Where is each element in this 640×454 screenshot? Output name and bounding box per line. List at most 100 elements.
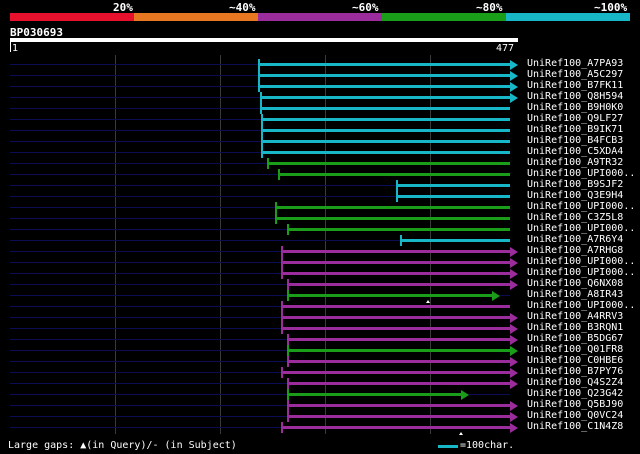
query-gap-marker-icon bbox=[426, 300, 431, 303]
hit-label[interactable]: UniRef100_B4FCB3 bbox=[527, 135, 623, 146]
hit-label[interactable]: UniRef100_A4RRV3 bbox=[527, 311, 623, 322]
hit-bar[interactable] bbox=[281, 305, 510, 308]
hit-bar[interactable] bbox=[287, 415, 510, 418]
hit-bar[interactable] bbox=[287, 349, 510, 352]
hit-label[interactable]: UniRef100_Q4S2Z4 bbox=[527, 377, 623, 388]
hit-bar[interactable] bbox=[261, 129, 510, 132]
hit-start-tick bbox=[287, 411, 290, 422]
hit-label[interactable]: UniRef100_Q9LF27 bbox=[527, 113, 623, 124]
hit-label[interactable]: UniRef100_UPI000.. bbox=[527, 267, 635, 278]
hit-bar[interactable] bbox=[395, 195, 510, 198]
hit-label[interactable]: UniRef100_UPI000.. bbox=[527, 256, 635, 267]
hit-bar[interactable] bbox=[261, 118, 510, 121]
hit-arrow-icon bbox=[492, 291, 501, 301]
hit-start-tick bbox=[281, 268, 283, 279]
hit-label[interactable]: UniRef100_B9IK71 bbox=[527, 124, 623, 135]
hit-bar[interactable] bbox=[287, 338, 510, 341]
hit-bar[interactable] bbox=[274, 206, 510, 209]
hit-label[interactable]: UniRef100_UPI000.. bbox=[527, 223, 635, 234]
hit-bar[interactable] bbox=[281, 371, 510, 374]
hit-label[interactable]: UniRef100_Q23G42 bbox=[527, 388, 623, 399]
hit-arrow-icon bbox=[510, 313, 518, 323]
query-ruler bbox=[10, 38, 518, 42]
hit-arrow-icon bbox=[510, 401, 518, 411]
hit-start-tick bbox=[257, 59, 260, 70]
hit-bar[interactable] bbox=[277, 173, 510, 176]
hit-label[interactable]: UniRef100_A7PA93 bbox=[527, 58, 623, 69]
ruler-start-label: 1 bbox=[12, 43, 19, 54]
hit-label[interactable]: UniRef100_Q01FR8 bbox=[527, 344, 623, 355]
hit-bar[interactable] bbox=[287, 228, 510, 231]
hit-bar[interactable] bbox=[287, 393, 461, 396]
hit-bar[interactable] bbox=[257, 74, 510, 77]
gap-legend: Large gaps: ▲(in Query)/- (in Subject) bbox=[8, 440, 237, 451]
hit-start-tick bbox=[395, 191, 398, 202]
hit-label[interactable]: UniRef100_B9SJF2 bbox=[527, 179, 623, 190]
hit-start-tick bbox=[287, 345, 290, 356]
hit-bar[interactable] bbox=[281, 316, 510, 319]
hit-label[interactable]: UniRef100_Q3E9H4 bbox=[527, 190, 623, 201]
hit-bar[interactable] bbox=[261, 151, 510, 154]
hit-start-tick bbox=[261, 147, 264, 158]
hit-bar[interactable] bbox=[281, 426, 510, 429]
hit-arrow-icon bbox=[510, 379, 518, 389]
hit-label[interactable]: UniRef100_Q8H594 bbox=[527, 91, 623, 102]
hit-label[interactable]: UniRef100_Q5BJ90 bbox=[527, 399, 623, 410]
hit-label[interactable]: UniRef100_UPI000.. bbox=[527, 201, 635, 212]
hit-bar[interactable] bbox=[260, 107, 510, 110]
hit-bar[interactable] bbox=[257, 85, 510, 88]
hit-start-tick bbox=[281, 257, 283, 268]
hit-arrow-icon bbox=[510, 71, 518, 81]
legend-color-segment bbox=[258, 13, 382, 21]
hit-arrow-icon bbox=[510, 269, 518, 279]
hit-bar[interactable] bbox=[281, 272, 510, 275]
hit-bar[interactable] bbox=[287, 283, 510, 286]
hit-label[interactable]: UniRef100_C5XDA4 bbox=[527, 146, 623, 157]
hit-arrow-icon bbox=[510, 357, 518, 367]
hit-label[interactable]: UniRef100_B7FK11 bbox=[527, 80, 623, 91]
hit-label[interactable]: UniRef100_B3RQN1 bbox=[527, 322, 623, 333]
hit-label[interactable]: UniRef100_A5C297 bbox=[527, 69, 623, 80]
hit-bar[interactable] bbox=[281, 327, 510, 330]
hit-label[interactable]: UniRef100_A9TR32 bbox=[527, 157, 623, 168]
hit-bar[interactable] bbox=[399, 239, 510, 242]
hit-label[interactable]: UniRef100_C3Z5L8 bbox=[527, 212, 623, 223]
hit-bar[interactable] bbox=[287, 404, 510, 407]
hit-bar[interactable] bbox=[287, 382, 510, 385]
hit-label[interactable]: UniRef100_UPI000.. bbox=[527, 300, 635, 311]
hit-start-tick bbox=[260, 103, 262, 114]
hit-bar[interactable] bbox=[281, 261, 510, 264]
hit-arrow-icon bbox=[510, 423, 518, 433]
ruler-start-tick bbox=[10, 42, 11, 52]
hit-label[interactable]: UniRef100_UPI000.. bbox=[527, 168, 635, 179]
hit-start-tick bbox=[287, 400, 290, 411]
hit-label[interactable]: UniRef100_C1N4Z8 bbox=[527, 421, 623, 432]
hit-bar[interactable] bbox=[267, 162, 510, 165]
hit-bar[interactable] bbox=[287, 360, 510, 363]
hit-bar[interactable] bbox=[395, 184, 510, 187]
hit-label[interactable]: UniRef100_A8IR43 bbox=[527, 289, 623, 300]
hit-bar[interactable] bbox=[281, 250, 510, 253]
hit-label[interactable]: UniRef100_B5DG67 bbox=[527, 333, 623, 344]
hit-bar[interactable] bbox=[257, 63, 510, 66]
hit-label[interactable]: UniRef100_B7PY76 bbox=[527, 366, 623, 377]
hit-bar[interactable] bbox=[274, 217, 510, 220]
hit-bar[interactable] bbox=[287, 294, 493, 297]
hit-label[interactable]: UniRef100_Q6NX08 bbox=[527, 278, 623, 289]
query-gap-marker-icon bbox=[458, 432, 463, 435]
hit-label[interactable]: UniRef100_C0HBE6 bbox=[527, 355, 623, 366]
hit-start-tick bbox=[274, 202, 277, 213]
scale-bar bbox=[438, 445, 458, 448]
hit-start-tick bbox=[395, 180, 398, 191]
hit-bar[interactable] bbox=[260, 96, 510, 99]
scale-label: =100char. bbox=[460, 440, 515, 451]
hit-arrow-icon bbox=[510, 258, 518, 268]
hit-start-tick bbox=[281, 312, 283, 323]
legend-color-segment bbox=[10, 13, 134, 21]
hit-label[interactable]: UniRef100_Q0VC24 bbox=[527, 410, 623, 421]
hit-label[interactable]: UniRef100_A7R6Y4 bbox=[527, 234, 623, 245]
hit-label[interactable]: UniRef100_B9H0K0 bbox=[527, 102, 623, 113]
hit-bar[interactable] bbox=[261, 140, 510, 143]
hit-label[interactable]: UniRef100_A7RHG8 bbox=[527, 245, 623, 256]
hit-arrow-icon bbox=[510, 247, 518, 257]
